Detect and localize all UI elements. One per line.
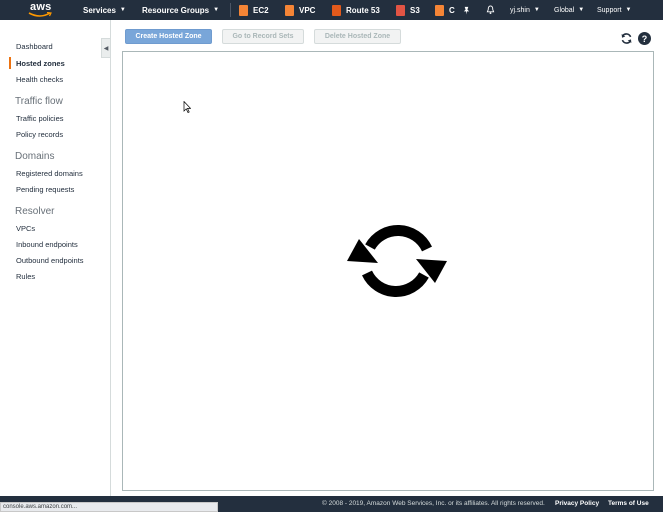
- sidebar-item-registered-domains[interactable]: Registered domains: [16, 169, 83, 178]
- go-to-record-sets-button[interactable]: Go to Record Sets: [222, 29, 304, 44]
- collapse-left-icon: ◀: [103, 45, 109, 52]
- shortcut-label: EC2: [253, 5, 269, 15]
- mouse-cursor-icon: [183, 101, 191, 113]
- chevron-down-icon: ▼: [533, 7, 540, 13]
- pin-button[interactable]: [462, 0, 471, 20]
- route53-icon: [332, 4, 341, 16]
- vpc-icon: [285, 4, 294, 16]
- shortcut-cloudfront[interactable]: C: [435, 0, 455, 20]
- resource-groups-label: Resource Groups: [142, 5, 210, 15]
- aws-smile-icon: [28, 12, 52, 17]
- shortcut-label: Route 53: [346, 5, 380, 15]
- sidebar-item-health-checks[interactable]: Health checks: [16, 75, 63, 84]
- sidebar-item-rules[interactable]: Rules: [16, 272, 35, 281]
- terms-of-use-link[interactable]: Terms of Use: [608, 500, 649, 507]
- help-icon[interactable]: ?: [638, 32, 651, 45]
- pin-icon: [463, 6, 470, 15]
- aws-logo[interactable]: aws: [26, 1, 56, 19]
- shortcut-label: S3: [410, 5, 420, 15]
- region-label: Global: [554, 6, 575, 14]
- notifications-button[interactable]: [486, 0, 495, 20]
- shortcut-route53[interactable]: Route 53: [332, 0, 380, 20]
- sidebar-item-policy-records[interactable]: Policy records: [16, 130, 63, 139]
- chevron-down-icon: ▼: [119, 7, 126, 13]
- browser-status-url: console.aws.amazon.com...: [0, 502, 218, 512]
- loading-spinner-icon: [347, 225, 447, 297]
- top-navigation-bar: aws Services ▼ Resource Groups ▼ EC2 VPC…: [0, 0, 663, 20]
- sidebar-item-traffic-policies[interactable]: Traffic policies: [16, 114, 64, 123]
- services-menu[interactable]: Services ▼: [83, 0, 126, 20]
- active-indicator: [9, 57, 11, 69]
- chevron-down-icon: ▼: [578, 7, 585, 13]
- chevron-down-icon: ▼: [213, 7, 220, 13]
- ec2-icon: [239, 4, 248, 16]
- sidebar-item-dashboard[interactable]: Dashboard: [16, 42, 53, 51]
- support-menu[interactable]: Support ▼: [597, 0, 631, 20]
- sidebar-item-pending-requests[interactable]: Pending requests: [16, 185, 74, 194]
- sidebar-item-hosted-zones[interactable]: Hosted zones: [16, 59, 65, 68]
- delete-hosted-zone-button[interactable]: Delete Hosted Zone: [314, 29, 401, 44]
- privacy-policy-link[interactable]: Privacy Policy: [555, 500, 599, 507]
- shortcut-label: VPC: [299, 5, 316, 15]
- user-label: yj.shin: [510, 6, 530, 14]
- sidebar-item-vpcs[interactable]: VPCs: [16, 224, 35, 233]
- shortcut-ec2[interactable]: EC2: [239, 0, 269, 20]
- resource-groups-menu[interactable]: Resource Groups ▼: [142, 0, 219, 20]
- chevron-down-icon: ▼: [625, 7, 632, 13]
- region-menu[interactable]: Global ▼: [554, 0, 584, 20]
- refresh-icon[interactable]: [620, 32, 633, 45]
- shortcut-label: C: [449, 5, 455, 15]
- bell-icon: [486, 5, 495, 15]
- nav-divider: [230, 3, 231, 17]
- cloudfront-icon: [435, 4, 444, 16]
- services-label: Services: [83, 5, 116, 15]
- shortcut-s3[interactable]: S3: [396, 0, 420, 20]
- shortcut-vpc[interactable]: VPC: [285, 0, 315, 20]
- footer-copyright: © 2008 - 2019, Amazon Web Services, Inc.…: [322, 500, 545, 507]
- sidebar-item-outbound-endpoints[interactable]: Outbound endpoints: [16, 256, 84, 265]
- create-hosted-zone-button[interactable]: Create Hosted Zone: [125, 29, 212, 44]
- sidebar-heading-domains: Domains: [15, 151, 55, 162]
- s3-icon: [396, 4, 405, 16]
- user-menu[interactable]: yj.shin ▼: [510, 0, 540, 20]
- sidebar-collapse-button[interactable]: ◀: [101, 38, 111, 58]
- sidebar-heading-resolver: Resolver: [15, 206, 55, 217]
- support-label: Support: [597, 6, 622, 14]
- sidebar-item-inbound-endpoints[interactable]: Inbound endpoints: [16, 240, 78, 249]
- sidebar-heading-traffic-flow: Traffic flow: [15, 96, 63, 107]
- help-glyph: ?: [641, 33, 648, 44]
